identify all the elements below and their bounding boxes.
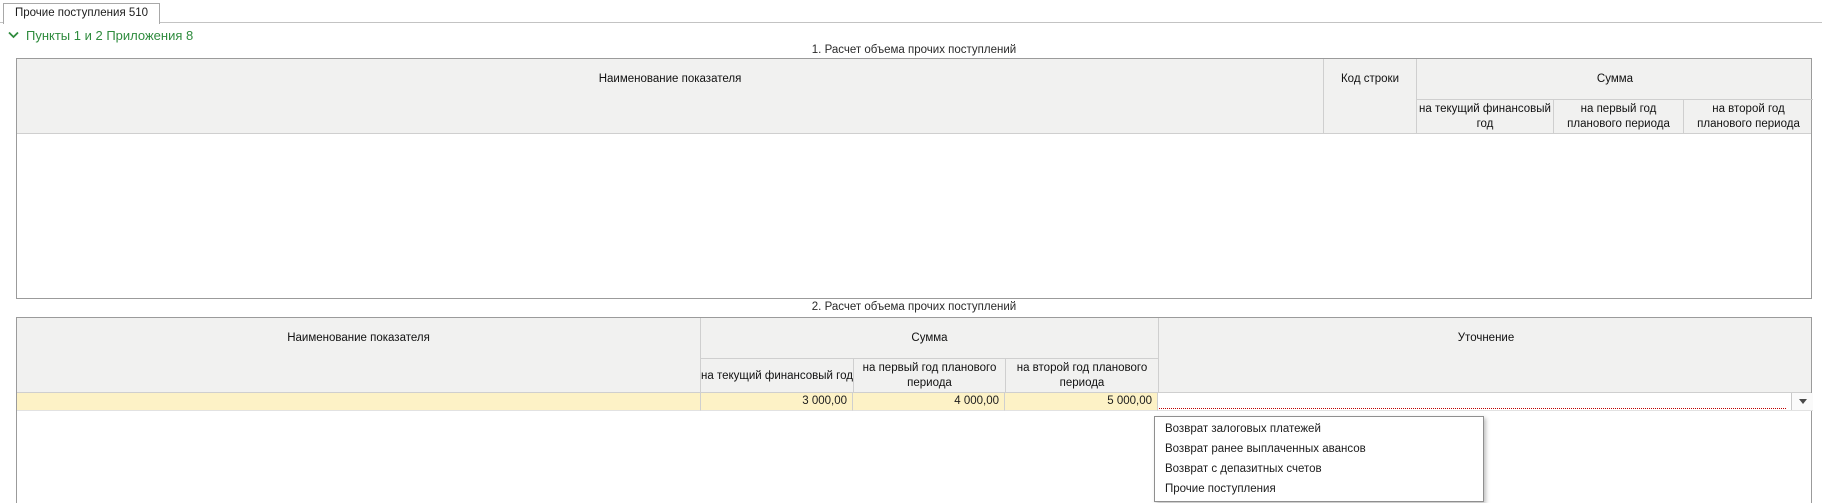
table1-col-sum-current-year: на текущий финансовый год [1417,100,1553,134]
required-field-underline [1159,408,1786,409]
document-form: Прочие поступления 510 Пункты 1 и 2 Прил… [0,0,1822,503]
table2-col-sum-group: Сумма [701,318,1158,359]
table1-col-name: Наименование показателя [17,59,1324,134]
table2-col-sum-first-year: на первый год планового периода [853,359,1005,393]
table2-col-sum-second-year: на второй год планового периода [1005,359,1158,393]
dropdown-item[interactable]: Прочие поступления [1155,479,1483,499]
row-cell-sum-second-year[interactable]: 5 000,00 [1005,393,1158,411]
table2-col-name: Наименование показателя [17,318,701,393]
row-cell-sum-current-year[interactable]: 3 000,00 [701,393,853,411]
table2: Наименование показателя Сумма на текущий… [16,317,1812,503]
clarification-dropdown-button[interactable] [1791,393,1813,410]
dropdown-arrow-icon [1799,399,1807,404]
table2-col-clarification: Уточнение [1158,318,1813,393]
table1-title: 1. Расчет объема прочих поступлений [16,44,1812,56]
clarification-dropdown-list: Возврат залоговых платежей Возврат ранее… [1154,416,1484,502]
section-toggle-punkty-1-2[interactable]: Пункты 1 и 2 Приложения 8 [8,26,193,44]
table2-title: 2. Расчет объема прочих поступлений [16,301,1812,313]
row-cell-clarification-input[interactable] [1158,393,1813,411]
table1-col-sum-second-year: на второй год планового периода [1683,100,1813,134]
tabstrip-divider [0,22,1822,23]
chevron-down-icon [8,31,19,39]
table1-col-sum-group: Сумма [1417,59,1813,100]
row-cell-name[interactable] [17,393,701,411]
dropdown-item[interactable]: Возврат залоговых платежей [1155,419,1483,439]
table1-col-code: Код строки [1324,59,1417,134]
tab-prochie-postupleniya-510[interactable]: Прочие поступления 510 [3,3,160,24]
row-cell-sum-first-year[interactable]: 4 000,00 [853,393,1005,411]
table2-col-sum-current-year: на текущий финансовый год [701,359,853,393]
table1: Наименование показателя Код строки Сумма… [16,58,1812,299]
section-label: Пункты 1 и 2 Приложения 8 [26,28,193,43]
dropdown-item[interactable]: Возврат ранее выплаченных авансов [1155,439,1483,459]
dropdown-item[interactable]: Возврат с депазитных счетов [1155,459,1483,479]
table1-col-sum-first-year: на первый год планового периода [1553,100,1683,134]
